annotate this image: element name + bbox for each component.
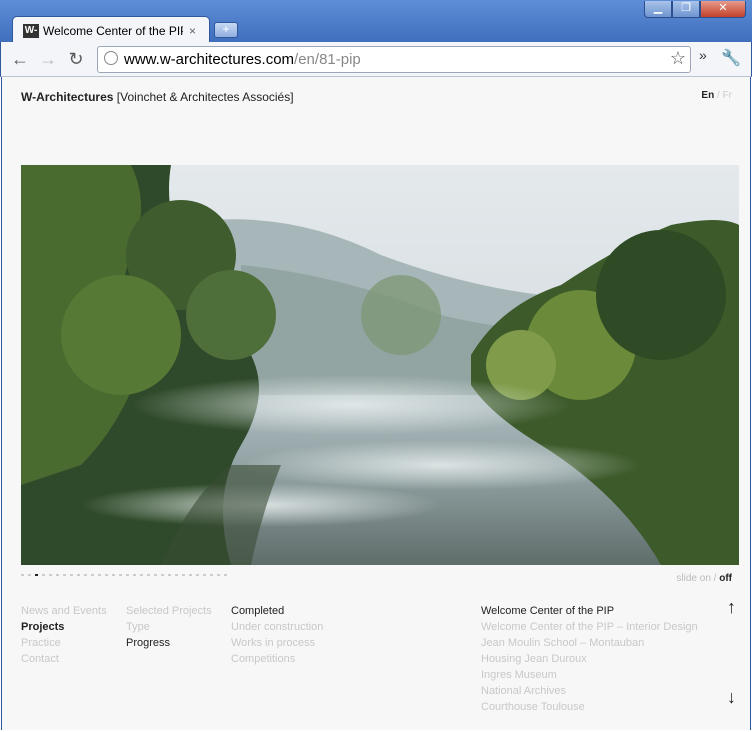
bookmark-star-icon[interactable]: ☆ [670, 48, 686, 69]
nav-contact[interactable]: Contact [21, 651, 107, 667]
window-controls: ▁ ❐ ✕ [644, 1, 746, 18]
url-path: /en/81-pip [294, 51, 361, 68]
slide-dot[interactable] [35, 574, 38, 576]
project-item[interactable]: Ingres Museum [481, 667, 698, 683]
reload-button[interactable]: ↻ [65, 48, 87, 70]
project-photo[interactable] [21, 165, 739, 565]
main-nav: News and Events Projects Practice Contac… [21, 603, 107, 667]
tab-title: Welcome Center of the PIP [43, 23, 183, 38]
back-button[interactable]: ← [9, 48, 31, 70]
slide-dot[interactable] [56, 574, 59, 576]
filter-completed[interactable]: Completed [231, 603, 323, 619]
lang-fr[interactable]: Fr [723, 90, 732, 101]
scroll-down-arrow-icon[interactable]: ↓ [727, 687, 736, 708]
subnav-selected-projects[interactable]: Selected Projects [126, 603, 212, 619]
brand-subtitle: [Voinchet & Architectes Associés] [116, 90, 294, 104]
favicon-icon: W- [23, 23, 39, 38]
wrench-icon[interactable]: 🔧 [721, 48, 741, 68]
slide-dot[interactable] [210, 574, 213, 576]
slide-dot[interactable] [84, 574, 87, 576]
url-host: www.w-architectures.com [124, 51, 295, 68]
brand-name: W-Architectures [21, 90, 114, 104]
subnav-type[interactable]: Type [126, 619, 212, 635]
slideshow-label[interactable]: slide on / [676, 573, 716, 584]
address-bar[interactable]: www.w-architectures.com/en/81-pip ☆ [97, 46, 691, 73]
globe-icon [104, 51, 118, 65]
site-brand[interactable]: W-Architectures [Voinchet & Architectes … [21, 90, 294, 104]
filter-under-construction[interactable]: Under construction [231, 619, 323, 635]
slide-dot[interactable] [42, 574, 45, 576]
slide-dot[interactable] [28, 574, 31, 576]
page-content: W-Architectures [Voinchet & Architectes … [1, 77, 751, 730]
slide-dot[interactable] [161, 574, 164, 576]
slide-dot[interactable] [175, 574, 178, 576]
lang-en[interactable]: En [701, 90, 714, 101]
slide-dot[interactable] [112, 574, 115, 576]
slide-dot[interactable] [140, 574, 143, 576]
slideshow-state[interactable]: off [719, 573, 732, 584]
filter-works-in-process[interactable]: Works in process [231, 635, 323, 651]
slide-dot[interactable] [168, 574, 171, 576]
project-item[interactable]: Courthouse Toulouse [481, 699, 698, 715]
slide-dot[interactable] [182, 574, 185, 576]
maximize-button[interactable]: ❐ [672, 1, 700, 18]
project-item[interactable]: Welcome Center of the PIP [481, 603, 698, 619]
projects-subnav: Selected Projects Type Progress [126, 603, 212, 651]
new-tab-button[interactable]: + [214, 22, 238, 38]
progress-filter: Completed Under construction Works in pr… [231, 603, 323, 667]
minimize-button[interactable]: ▁ [644, 1, 672, 18]
slide-dot[interactable] [147, 574, 150, 576]
slide-dot[interactable] [63, 574, 66, 576]
slide-dot[interactable] [217, 574, 220, 576]
chevron-icon[interactable]: » [699, 47, 707, 63]
scroll-up-arrow-icon[interactable]: ↑ [727, 597, 736, 618]
nav-news-and-events[interactable]: News and Events [21, 603, 107, 619]
close-window-button[interactable]: ✕ [700, 1, 746, 18]
slide-dot[interactable] [196, 574, 199, 576]
browser-tab[interactable]: W- Welcome Center of the PIP × [12, 16, 210, 44]
tab-close-icon[interactable]: × [189, 24, 196, 38]
nav-practice[interactable]: Practice [21, 635, 107, 651]
project-item[interactable]: Jean Moulin School – Montauban [481, 635, 698, 651]
language-switcher: En / Fr [701, 90, 732, 101]
slide-dot[interactable] [189, 574, 192, 576]
browser-toolbar: ← → ↻ www.w-architectures.com/en/81-pip … [0, 42, 752, 77]
nav-projects[interactable]: Projects [21, 619, 107, 635]
slide-dot[interactable] [105, 574, 108, 576]
slide-indicator [21, 574, 227, 576]
slide-dot[interactable] [49, 574, 52, 576]
slide-dot[interactable] [70, 574, 73, 576]
forward-button[interactable]: → [37, 48, 59, 70]
slide-dot[interactable] [224, 574, 227, 576]
url-text[interactable]: www.w-architectures.com/en/81-pip [124, 51, 361, 68]
slide-dot[interactable] [21, 574, 24, 576]
slide-dot[interactable] [154, 574, 157, 576]
slide-dot[interactable] [203, 574, 206, 576]
slide-dot[interactable] [126, 574, 129, 576]
slide-dot[interactable] [119, 574, 122, 576]
project-item[interactable]: Welcome Center of the PIP – Interior Des… [481, 619, 698, 635]
slide-dot[interactable] [91, 574, 94, 576]
subnav-progress[interactable]: Progress [126, 635, 212, 651]
river-landscape-image [21, 165, 739, 565]
window-titlebar: ▁ ❐ ✕ W- Welcome Center of the PIP × + [0, 0, 752, 44]
project-list: Welcome Center of the PIP Welcome Center… [481, 603, 698, 715]
slide-dot[interactable] [98, 574, 101, 576]
slideshow-toggle: slide on / off [676, 573, 732, 584]
project-item[interactable]: Housing Jean Duroux [481, 651, 698, 667]
lang-separator: / [716, 90, 720, 101]
slide-dot[interactable] [133, 574, 136, 576]
filter-competitions[interactable]: Competitions [231, 651, 323, 667]
slide-dot[interactable] [77, 574, 80, 576]
project-item[interactable]: National Archives [481, 683, 698, 699]
